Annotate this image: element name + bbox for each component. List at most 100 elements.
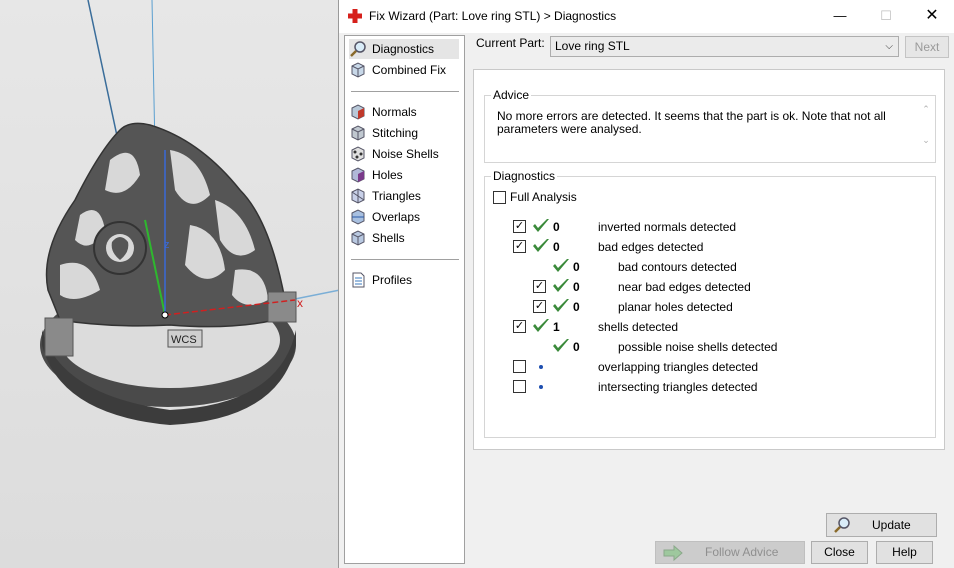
diagnostic-checkbox[interactable]: ✓	[533, 280, 546, 293]
check-green-icon	[553, 279, 569, 292]
nav-label: Triangles	[372, 189, 421, 203]
triangles-icon	[351, 188, 365, 204]
close-window-button[interactable]: ✕	[909, 0, 954, 32]
advice-text: No more errors are detected. It seems th…	[497, 109, 886, 136]
diagnostic-checkbox[interactable]: ✓	[513, 240, 526, 253]
side-block	[44, 317, 74, 357]
close-button[interactable]: Close	[811, 541, 868, 564]
wcs-label: WCS	[171, 334, 197, 346]
minimize-button[interactable]: —	[817, 0, 863, 32]
nav-item-holes[interactable]: Holes	[349, 165, 459, 185]
diagnostics-group: Diagnostics Full Analysis ✓ 0 inverted nor…	[484, 169, 937, 537]
check-green-icon	[553, 259, 569, 272]
nav-label: Combined Fix	[372, 63, 447, 77]
diagnostic-label: possible noise shells detected	[618, 340, 778, 354]
check-green-icon	[533, 219, 549, 232]
nav-label: Overlaps	[372, 210, 421, 224]
nav-item-triangles[interactable]: Triangles	[349, 186, 459, 206]
scroll-up-icon[interactable]: ⌃	[919, 104, 933, 115]
check-green-icon	[533, 319, 549, 332]
diagnostic-checkbox[interactable]	[513, 360, 526, 373]
cube-icon	[351, 62, 365, 78]
diagnostic-label: intersecting triangles detected	[598, 380, 758, 394]
nav-item-diagnostics[interactable]: Diagnostics	[349, 39, 459, 59]
arrow-right-icon	[663, 545, 683, 561]
diagnostic-label: inverted normals detected	[598, 220, 737, 234]
diagnostic-label: shells detected	[598, 320, 679, 334]
nav-label: Noise Shells	[372, 147, 439, 161]
scroll-down-icon[interactable]: ⌄	[919, 135, 933, 146]
noise-shells-icon	[351, 146, 365, 162]
nav-label: Shells	[372, 231, 405, 245]
diagnostic-count: 0	[573, 260, 580, 274]
fix-wizard-dialog: Fix Wizard (Part: Love ring STL) > Diagn…	[338, 0, 954, 568]
diagnostic-label: bad contours detected	[618, 260, 737, 274]
update-button[interactable]: Update	[826, 513, 937, 537]
stitching-cube-icon	[351, 125, 365, 141]
nav-item-shells[interactable]: Shells	[349, 228, 459, 248]
follow-advice-label: Follow Advice	[705, 545, 779, 559]
shells-icon	[351, 230, 365, 246]
nav-label: Normals	[372, 105, 417, 119]
diagnostic-count: 0	[573, 340, 580, 354]
side-block	[267, 291, 297, 323]
maximize-button[interactable]: ☐	[863, 0, 909, 32]
diagnostics-panel: Advice No more errors are detected. It s…	[473, 69, 945, 537]
normals-cube-icon	[351, 104, 365, 120]
ring-model: x z WCS	[40, 0, 340, 425]
3d-viewport[interactable]: x z WCS	[0, 0, 340, 568]
advice-title: Advice	[491, 88, 532, 102]
nav-separator	[351, 91, 459, 92]
diagnostic-checkbox[interactable]: ✓	[513, 320, 526, 333]
next-button[interactable]: Next	[905, 36, 949, 58]
z-axis-label: z	[164, 239, 170, 251]
check-green-icon	[553, 299, 569, 312]
title-bar[interactable]: Fix Wizard (Part: Love ring STL) > Diagn…	[339, 0, 954, 33]
nav-item-normals[interactable]: Normals	[349, 102, 459, 122]
diagnostic-checkbox[interactable]	[513, 380, 526, 393]
nav-label: Diagnostics	[372, 42, 435, 56]
nav-label: Profiles	[372, 273, 413, 287]
nav-item-stitching[interactable]: Stitching	[349, 123, 459, 143]
diagnostics-title: Diagnostics	[491, 169, 558, 183]
diagnostic-count: 0	[573, 280, 580, 294]
diagnostic-count: 0	[553, 220, 560, 234]
advice-group: Advice No more errors are detected. It s…	[484, 88, 936, 163]
red-cross-icon	[348, 9, 362, 23]
diagnostic-count: 0	[573, 300, 580, 314]
full-analysis-checkbox[interactable]	[493, 191, 506, 204]
pending-dot-icon	[539, 365, 543, 369]
nav-item-noise-shells[interactable]: Noise Shells	[349, 144, 459, 164]
overlaps-icon	[351, 209, 365, 225]
advice-scrollbar[interactable]: ⌃ ⌄	[919, 104, 933, 154]
update-label: Update	[872, 518, 911, 532]
check-green-icon	[533, 239, 549, 252]
magnifier-icon	[834, 517, 850, 533]
nav-label: Holes	[372, 168, 403, 182]
diagnostic-label: near bad edges detected	[618, 280, 751, 294]
nav-item-overlaps[interactable]: Overlaps	[349, 207, 459, 227]
help-button[interactable]: Help	[876, 541, 933, 564]
current-part-label: Current Part:	[476, 36, 545, 50]
wizard-nav: Diagnostics Combined Fix Normals Stitchi…	[344, 35, 465, 564]
diagnostic-count: 1	[553, 320, 560, 334]
current-part-select[interactable]: Love ring STL ⌵	[550, 36, 899, 57]
diagnostic-label: planar holes detected	[618, 300, 733, 314]
diagnostic-checkbox[interactable]: ✓	[513, 220, 526, 233]
full-analysis-label: Full Analysis	[510, 190, 577, 204]
origin-marker	[161, 311, 169, 319]
diagnostic-label: overlapping triangles detected	[598, 360, 759, 374]
nav-label: Stitching	[372, 126, 419, 140]
document-icon	[352, 272, 365, 288]
window-title: Fix Wizard (Part: Love ring STL) > Diagn…	[369, 9, 617, 23]
holes-cube-icon	[351, 167, 365, 183]
nav-item-profiles[interactable]: Profiles	[349, 270, 459, 290]
diagnostic-label: bad edges detected	[598, 240, 704, 254]
diagnostic-count: 0	[553, 240, 560, 254]
diagnostic-checkbox[interactable]: ✓	[533, 300, 546, 313]
nav-item-combined-fix[interactable]: Combined Fix	[349, 60, 459, 80]
current-part-value: Love ring STL	[555, 39, 630, 53]
follow-advice-button[interactable]: Follow Advice	[655, 541, 805, 564]
check-green-icon	[553, 339, 569, 352]
nav-separator	[351, 259, 459, 260]
